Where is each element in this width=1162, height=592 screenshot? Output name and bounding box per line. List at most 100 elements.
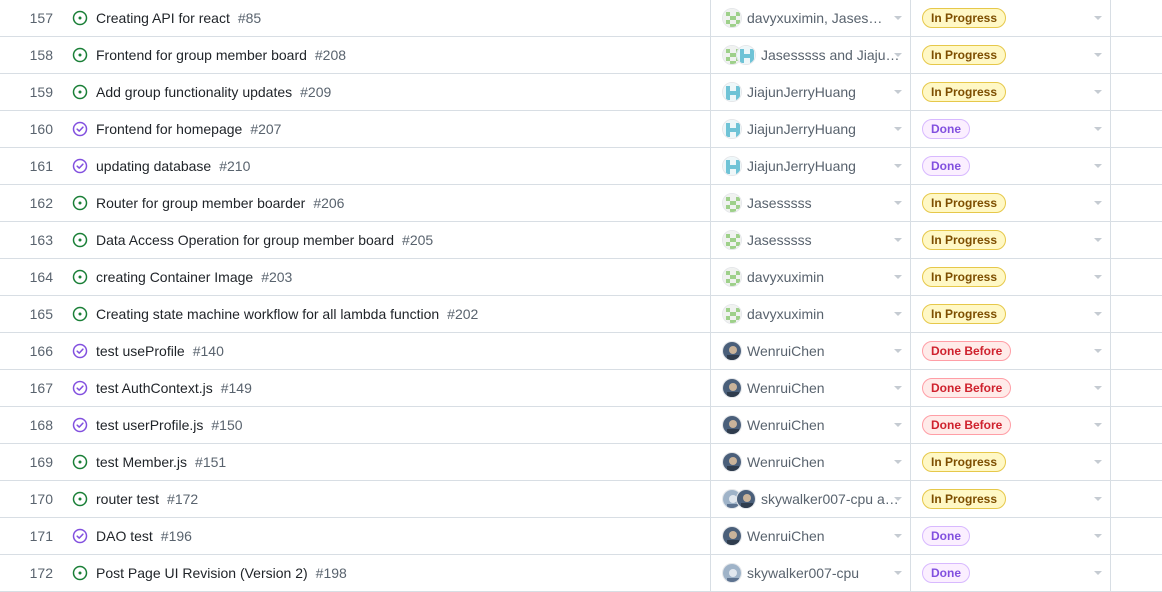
chevron-down-icon[interactable] xyxy=(1094,497,1102,501)
chevron-down-icon[interactable] xyxy=(1094,534,1102,538)
assignee-cell[interactable]: Jasesssss xyxy=(722,185,908,221)
status-cell[interactable]: Done Before xyxy=(922,333,1012,369)
issue-title-link[interactable]: updating database xyxy=(96,158,211,174)
chevron-down-icon[interactable] xyxy=(1094,201,1102,205)
chevron-down-icon[interactable] xyxy=(894,386,902,390)
assignee-cell[interactable]: davyxuximin, Jasess… xyxy=(722,0,908,36)
status-cell[interactable]: In Progress xyxy=(922,222,1007,258)
table-row[interactable]: 171 DAO test #196 WenruiChen Done xyxy=(0,518,1162,555)
table-row[interactable]: 162 Router for group member boarder #206 Ja… xyxy=(0,185,1162,222)
assignee-cell[interactable]: WenruiChen xyxy=(722,444,908,480)
chevron-down-icon[interactable] xyxy=(894,164,902,168)
chevron-down-icon[interactable] xyxy=(1094,16,1102,20)
chevron-down-icon[interactable] xyxy=(1094,238,1102,242)
assignee-cell[interactable]: WenruiChen xyxy=(722,518,908,554)
issue-title-link[interactable]: test userProfile.js xyxy=(96,417,203,433)
status-badge: In Progress xyxy=(922,304,1007,324)
chevron-down-icon[interactable] xyxy=(1094,312,1102,316)
issue-title-link[interactable]: Post Page UI Revision (Version 2) xyxy=(96,565,308,581)
assignee-cell[interactable]: Jasesssss xyxy=(722,222,908,258)
status-cell[interactable]: In Progress xyxy=(922,481,1007,517)
chevron-down-icon[interactable] xyxy=(894,349,902,353)
issue-title-link[interactable]: Frontend for group member board xyxy=(96,47,307,63)
issue-title-link[interactable]: Router for group member boarder xyxy=(96,195,305,211)
status-cell[interactable]: In Progress xyxy=(922,0,1007,36)
issue-title-link[interactable]: Add group functionality updates xyxy=(96,84,292,100)
chevron-down-icon[interactable] xyxy=(894,497,902,501)
status-cell[interactable]: In Progress xyxy=(922,259,1007,295)
issue-open-icon xyxy=(72,84,88,100)
assignee-cell[interactable]: davyxuximin xyxy=(722,259,908,295)
assignee-cell[interactable]: skywalker007-cpu xyxy=(722,555,908,591)
table-row[interactable]: 161 updating database #210 JiajunJerryHuang… xyxy=(0,148,1162,185)
assignee-cell[interactable]: WenruiChen xyxy=(722,407,908,443)
issue-title-link[interactable]: test AuthContext.js xyxy=(96,380,213,396)
chevron-down-icon[interactable] xyxy=(894,53,902,57)
table-row[interactable]: 164 creating Container Image #203 davyxuxim… xyxy=(0,259,1162,296)
issue-title-link[interactable]: Creating state machine workflow for all … xyxy=(96,306,439,322)
status-cell[interactable]: Done xyxy=(922,148,970,184)
status-cell[interactable]: In Progress xyxy=(922,185,1007,221)
chevron-down-icon[interactable] xyxy=(894,90,902,94)
status-cell[interactable]: Done Before xyxy=(922,407,1012,443)
table-row[interactable]: 172 Post Page UI Revision (Version 2) #198… xyxy=(0,555,1162,592)
table-row[interactable]: 167 test AuthContext.js #149 WenruiChen Done… xyxy=(0,370,1162,407)
issue-title-link[interactable]: test Member.js xyxy=(96,454,187,470)
chevron-down-icon[interactable] xyxy=(1094,164,1102,168)
assignee-cell[interactable]: davyxuximin xyxy=(722,296,908,332)
chevron-down-icon[interactable] xyxy=(1094,349,1102,353)
issue-title-link[interactable]: Creating API for react xyxy=(96,10,230,26)
chevron-down-icon[interactable] xyxy=(1094,275,1102,279)
status-cell[interactable]: In Progress xyxy=(922,296,1007,332)
issue-title-link[interactable]: test useProfile xyxy=(96,343,185,359)
table-row[interactable]: 166 test useProfile #140 WenruiChen Done Bef… xyxy=(0,333,1162,370)
issue-title-link[interactable]: Frontend for homepage xyxy=(96,121,242,137)
issue-title-link[interactable]: router test xyxy=(96,491,159,507)
status-cell[interactable]: In Progress xyxy=(922,444,1007,480)
table-row[interactable]: 158 Frontend for group member board #208 Ja… xyxy=(0,37,1162,74)
chevron-down-icon[interactable] xyxy=(1094,423,1102,427)
chevron-down-icon[interactable] xyxy=(1094,53,1102,57)
chevron-down-icon[interactable] xyxy=(894,16,902,20)
table-row[interactable]: 170 router test #172 skywalker007-cpu a… In … xyxy=(0,481,1162,518)
issue-title-link[interactable]: Data Access Operation for group member b… xyxy=(96,232,394,248)
status-cell[interactable]: In Progress xyxy=(922,74,1007,110)
chevron-down-icon[interactable] xyxy=(894,127,902,131)
assignee-cell[interactable]: JiajunJerryHuang xyxy=(722,111,908,147)
assignee-cell[interactable]: WenruiChen xyxy=(722,370,908,406)
table-row[interactable]: 169 test Member.js #151 WenruiChen In Progre… xyxy=(0,444,1162,481)
assignee-cell[interactable]: Jasesssss and Jiajun… xyxy=(722,37,908,73)
chevron-down-icon[interactable] xyxy=(1094,386,1102,390)
assignee-cell[interactable]: JiajunJerryHuang xyxy=(722,148,908,184)
chevron-down-icon[interactable] xyxy=(1094,90,1102,94)
table-row[interactable]: 159 Add group functionality updates #209 Ji… xyxy=(0,74,1162,111)
table-row[interactable]: 160 Frontend for homepage #207 JiajunJerryH… xyxy=(0,111,1162,148)
status-cell[interactable]: Done xyxy=(922,555,970,591)
status-cell[interactable]: In Progress xyxy=(922,37,1007,73)
chevron-down-icon[interactable] xyxy=(894,312,902,316)
assignee-cell[interactable]: JiajunJerryHuang xyxy=(722,74,908,110)
table-row[interactable]: 168 test userProfile.js #150 WenruiChen Done… xyxy=(0,407,1162,444)
chevron-down-icon[interactable] xyxy=(894,275,902,279)
chevron-down-icon[interactable] xyxy=(1094,127,1102,131)
status-badge: Done xyxy=(922,156,970,176)
chevron-down-icon[interactable] xyxy=(1094,460,1102,464)
table-row[interactable]: 165 Creating state machine workflow for a… xyxy=(0,296,1162,333)
status-cell[interactable]: Done xyxy=(922,111,970,147)
chevron-down-icon[interactable] xyxy=(894,201,902,205)
issue-title-link[interactable]: creating Container Image xyxy=(96,269,253,285)
status-cell[interactable]: Done xyxy=(922,518,970,554)
issue-open-icon xyxy=(72,565,88,581)
assignee-cell[interactable]: WenruiChen xyxy=(722,333,908,369)
status-cell[interactable]: Done Before xyxy=(922,370,1012,406)
chevron-down-icon[interactable] xyxy=(1094,571,1102,575)
chevron-down-icon[interactable] xyxy=(894,534,902,538)
chevron-down-icon[interactable] xyxy=(894,571,902,575)
chevron-down-icon[interactable] xyxy=(894,238,902,242)
chevron-down-icon[interactable] xyxy=(894,460,902,464)
table-row[interactable]: 163 Data Access Operation for group membe… xyxy=(0,222,1162,259)
chevron-down-icon[interactable] xyxy=(894,423,902,427)
assignee-cell[interactable]: skywalker007-cpu a… xyxy=(722,481,908,517)
issue-title-link[interactable]: DAO test xyxy=(96,528,153,544)
table-row[interactable]: 157 Creating API for react #85 davyxuximin,… xyxy=(0,0,1162,37)
